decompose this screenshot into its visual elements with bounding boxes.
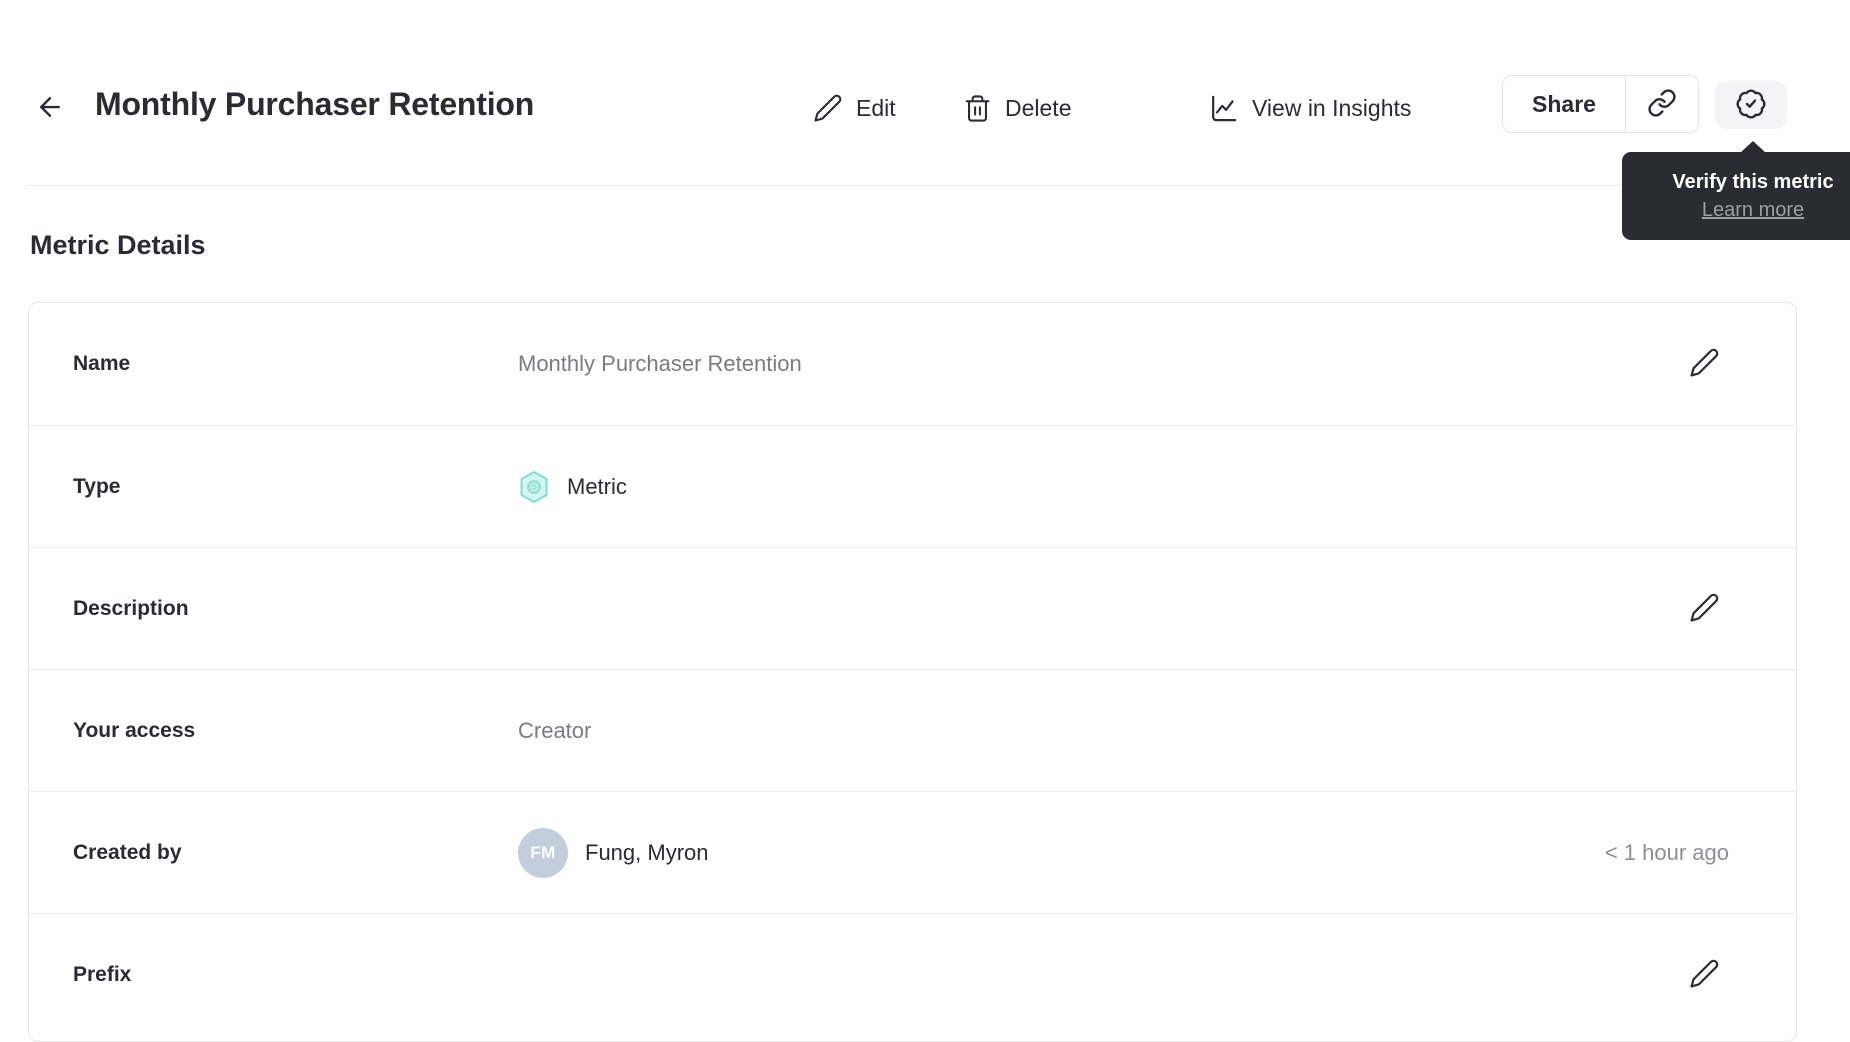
line-chart-icon: [1208, 93, 1239, 124]
page-title: Monthly Purchaser Retention: [95, 86, 535, 122]
row-label: Prefix: [73, 962, 132, 986]
copy-link-button[interactable]: [1625, 76, 1698, 132]
avatar: FM: [518, 827, 568, 878]
detail-row-your-access: Your access Creator: [29, 669, 1796, 791]
verify-metric-button[interactable]: [1715, 81, 1787, 129]
row-value: Fung, Myron: [585, 839, 709, 865]
tooltip-arrow: [1740, 141, 1766, 153]
page-header: Monthly Purchaser Retention Edit Delete …: [0, 0, 1850, 186]
arrow-left-icon: [35, 92, 65, 125]
verify-metric-tooltip: Verify this metric Learn more: [1622, 141, 1850, 240]
header-divider: [28, 185, 1850, 186]
pencil-icon: [1689, 958, 1720, 992]
detail-row-prefix: Prefix: [29, 913, 1796, 1035]
detail-row-created-by: Created by FM Fung, Myron < 1 hour ago: [29, 791, 1796, 913]
pencil-icon: [1689, 347, 1720, 381]
section-title: Metric Details: [30, 230, 206, 260]
trash-icon: [963, 94, 992, 123]
back-button[interactable]: [30, 88, 70, 128]
tooltip-title: Verify this metric: [1672, 171, 1834, 193]
row-label: Name: [73, 352, 131, 375]
detail-row-description: Description: [29, 547, 1796, 669]
view-in-insights-label: View in Insights: [1252, 94, 1412, 121]
share-button[interactable]: Share: [1503, 76, 1625, 132]
verified-badge-check-icon: [1735, 88, 1767, 123]
created-timestamp: < 1 hour ago: [1604, 839, 1729, 865]
link-icon: [1647, 88, 1677, 121]
row-label: Created by: [73, 840, 182, 864]
edit-prefix-button[interactable]: [1682, 953, 1726, 997]
row-value: Creator: [518, 717, 592, 743]
delete-button-label: Delete: [1005, 94, 1072, 121]
row-label: Description: [73, 596, 189, 620]
edit-button[interactable]: Edit: [813, 86, 896, 130]
row-label: Type: [73, 474, 121, 498]
share-button-group: Share: [1502, 75, 1699, 133]
pencil-icon: [813, 93, 843, 123]
edit-description-button[interactable]: [1682, 587, 1726, 631]
edit-button-label: Edit: [856, 94, 896, 121]
metric-hexagon-icon: [518, 470, 550, 504]
row-value: Metric: [567, 473, 627, 499]
row-label: Your access: [73, 718, 196, 742]
edit-name-button[interactable]: [1682, 342, 1726, 386]
delete-button[interactable]: Delete: [963, 86, 1071, 130]
detail-row-type: Type Metric: [29, 425, 1796, 547]
learn-more-link[interactable]: Learn more: [1702, 199, 1804, 222]
detail-row-name: Name Monthly Purchaser Retention: [29, 303, 1796, 425]
row-value: Monthly Purchaser Retention: [518, 351, 802, 376]
view-in-insights-button[interactable]: View in Insights: [1208, 86, 1411, 130]
metric-details-card: Name Monthly Purchaser Retention Type Me…: [28, 302, 1797, 1042]
pencil-icon: [1689, 592, 1720, 626]
